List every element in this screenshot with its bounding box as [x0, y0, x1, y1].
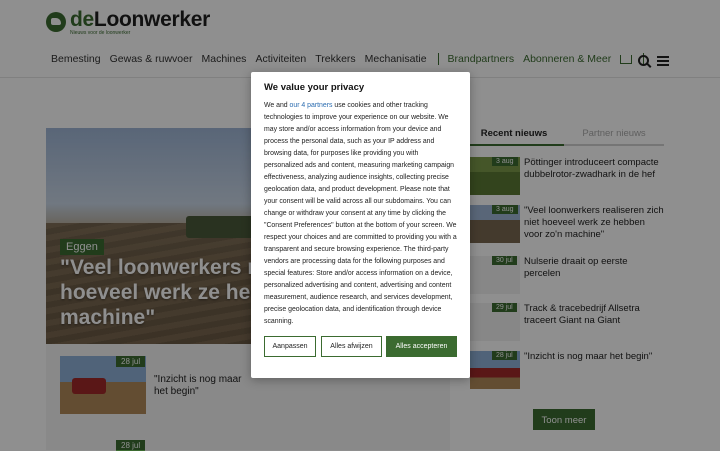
- customize-button[interactable]: Aanpassen: [264, 336, 316, 357]
- partners-link[interactable]: our 4 partners: [290, 102, 333, 109]
- consent-title: We value your privacy: [264, 82, 365, 93]
- reject-all-button[interactable]: Alles afwijzen: [321, 336, 382, 357]
- consent-text: We and our 4 partners use cookies and ot…: [264, 102, 457, 325]
- consent-dialog: We value your privacy We and our 4 partn…: [251, 72, 470, 378]
- accept-all-button[interactable]: Alles accepteren: [386, 336, 457, 357]
